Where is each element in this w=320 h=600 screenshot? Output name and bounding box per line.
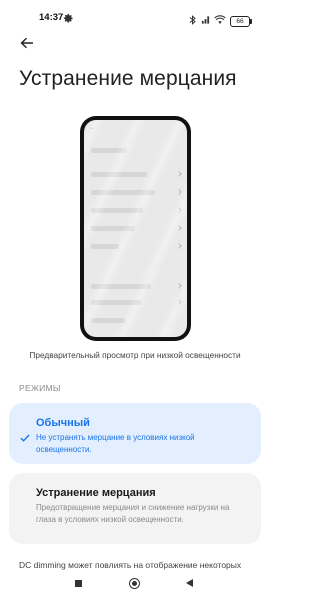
section-header-modes: РЕЖИМЫ [19,383,61,393]
mode-option-normal[interactable]: Обычный Не устранять мерцание в условиях… [9,403,261,464]
home-button[interactable] [129,578,140,589]
mode-option-anti-flicker[interactable]: Устранение мерцания Предотвращение мерца… [9,473,261,544]
phone-preview: ← [80,116,191,341]
status-bar: 14:37 66 [0,0,270,34]
mode-title: Обычный [36,417,90,429]
battery-icon: 66 [230,15,252,27]
preview-caption: Предварительный просмотр при низкой осве… [29,350,241,360]
gear-icon [63,11,74,23]
dc-dimming-note: DC dimming может повлиять на отображение… [19,560,242,570]
bluetooth-icon [188,12,197,30]
mode-description: Предотвращение мерцания и снижение нагру… [36,503,230,524]
navigation-bar [0,572,270,600]
recents-button[interactable] [75,580,82,587]
mode-title: Устранение мерцания [36,487,156,499]
page-title: Устранение мерцания [19,67,237,90]
signal-icon [201,12,210,30]
nav-back-button[interactable] [186,579,193,587]
phone-preview-screen: ← [84,120,187,337]
mode-description: Не устранять мерцание в условиях низкой … [36,433,195,454]
status-icons: 66 [188,12,252,30]
back-button[interactable] [14,34,40,56]
wifi-icon [214,12,226,30]
check-icon [20,430,30,442]
back-arrow-icon [20,36,34,54]
status-time: 14:37 [39,12,64,23]
